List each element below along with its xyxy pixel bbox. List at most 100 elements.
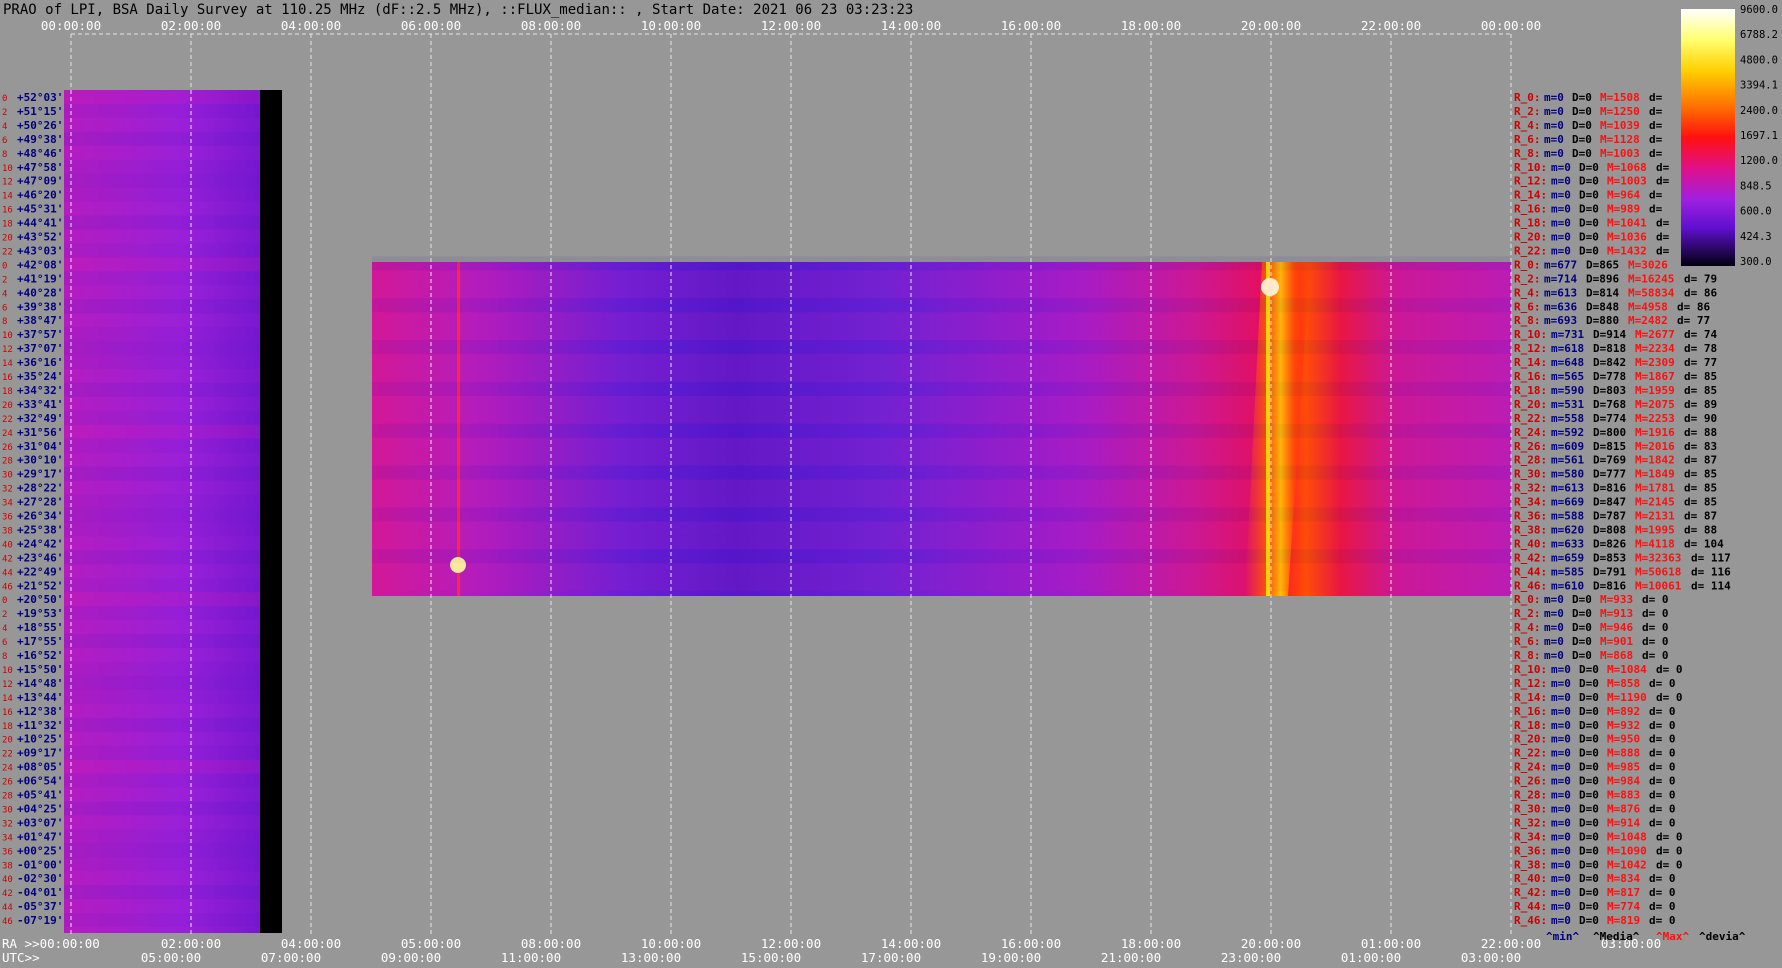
row-stripe <box>64 327 260 342</box>
utc-tick-label: 11:00:00 <box>501 950 561 965</box>
stat-max: M=1036 <box>1607 231 1647 244</box>
stat-min: m=0 <box>1551 775 1571 788</box>
stat-row: R_26: m=609 D=815 M=2016 d= 83 <box>1514 440 1717 453</box>
utc-tick-label: 01:00:00 <box>1341 950 1401 965</box>
stat-min: m=0 <box>1551 719 1571 732</box>
stat-row: R_22: m=0 D=0 M=1432 d= <box>1514 244 1670 257</box>
stat-row: R_12: m=0 D=0 M=1003 d= <box>1514 175 1670 188</box>
utc-tick-label: 21:00:00 <box>1101 950 1161 965</box>
utc-axis-label: UTC>> <box>2 950 40 965</box>
stat-min: m=0 <box>1551 816 1571 829</box>
stat-row-label: R_16: <box>1514 203 1547 216</box>
stat-max: M=989 <box>1607 203 1640 216</box>
row-index-label: 20 <box>2 401 13 411</box>
stat-devia: d= 0 <box>1642 593 1669 606</box>
stat-min: m=0 <box>1551 175 1571 188</box>
declination-label: +12°38' <box>17 705 63 718</box>
stat-max: M=3026 <box>1628 258 1668 271</box>
stat-devia: d= <box>1649 203 1663 216</box>
row-stripe <box>64 913 260 927</box>
row-stripe <box>64 564 260 578</box>
row-stripe <box>64 466 260 481</box>
stat-min: m=633 <box>1551 537 1584 550</box>
row-index-label: 14 <box>2 694 13 704</box>
declination-label: +22°49' <box>17 565 63 578</box>
stat-devia: d= 79 <box>1684 272 1717 285</box>
row-index-label: 28 <box>2 457 13 467</box>
row-index-label: 14 <box>2 359 13 369</box>
stat-row-label: R_40: <box>1514 872 1547 885</box>
stat-row-label: R_28: <box>1514 789 1547 802</box>
stat-row-label: R_40: <box>1514 537 1547 550</box>
top-tick-label: 10:00:00 <box>641 18 701 33</box>
stat-max: M=1003 <box>1600 147 1640 160</box>
stat-devia: d= 0 <box>1649 733 1676 746</box>
row-stripe <box>64 481 260 495</box>
stat-row: R_6: m=0 D=0 M=901 d= 0 <box>1514 635 1669 648</box>
stat-max: M=1042 <box>1607 858 1647 871</box>
stat-media: D=0 <box>1572 607 1592 620</box>
row-stripe <box>64 871 260 885</box>
declination-labels: 0 +52°03' 2 +51°15' 4 +50°26' 6 +49°38' 8 +48°46'… <box>2 91 63 927</box>
stat-devia: d= 0 <box>1649 719 1676 732</box>
stat-media: D=847 <box>1593 496 1626 509</box>
stat-row: R_12: m=0 D=0 M=858 d= 0 <box>1514 677 1676 690</box>
stat-row-label: R_18: <box>1514 217 1547 230</box>
row-stripe <box>372 284 1511 299</box>
stat-max: M=1128 <box>1600 133 1640 146</box>
row-index-label: 4 <box>2 122 7 132</box>
stat-row-label: R_0: <box>1514 593 1541 606</box>
stat-max: M=16245 <box>1628 272 1674 285</box>
stat-media: D=0 <box>1572 593 1592 606</box>
stat-devia: d= 0 <box>1649 872 1676 885</box>
row-index-label: 6 <box>2 303 7 313</box>
row-stripe <box>64 494 260 509</box>
declination-label: +16°52' <box>17 649 63 662</box>
stat-max: M=1250 <box>1600 105 1640 118</box>
utc-axis-ticks: 05:00:00 07:00:00 09:00:00 11:00:00 13:00:00… <box>141 950 1521 965</box>
stat-max: M=817 <box>1607 886 1640 899</box>
stat-media: D=0 <box>1572 649 1592 662</box>
stat-min: m=590 <box>1551 384 1584 397</box>
row-stripe <box>64 369 260 383</box>
declination-label: +01°47' <box>17 830 63 843</box>
row-stripe <box>64 146 260 160</box>
stat-media: D=816 <box>1593 482 1626 495</box>
survey-chart: PRAO of LPI, BSA Daily Survey at 110.25 … <box>2 2 1778 965</box>
stat-media: D=791 <box>1593 565 1626 578</box>
stat-max: M=2677 <box>1635 328 1675 341</box>
row-index-label: 44 <box>2 903 13 913</box>
top-tick-label: 22:00:00 <box>1361 18 1421 33</box>
stat-media: D=0 <box>1579 677 1599 690</box>
stat-row-label: R_10: <box>1514 663 1547 676</box>
row-index-label: 36 <box>2 513 13 523</box>
stat-min: m=0 <box>1551 761 1571 774</box>
stat-min: m=0 <box>1551 217 1571 230</box>
declination-label: +14°48' <box>17 677 63 690</box>
stat-media: D=0 <box>1579 914 1599 927</box>
row-stripe <box>64 131 260 146</box>
stat-media: D=778 <box>1593 370 1626 383</box>
stat-devia: d= 0 <box>1656 691 1683 704</box>
stat-media: D=808 <box>1593 523 1626 536</box>
stat-min: m=0 <box>1551 844 1571 857</box>
declination-label: +04°25' <box>17 802 63 815</box>
row-stripe <box>64 759 260 774</box>
stat-min: m=0 <box>1544 607 1564 620</box>
stat-devia: d= 86 <box>1677 300 1710 313</box>
stat-row: R_18: m=0 D=0 M=1041 d= <box>1514 217 1670 230</box>
row-index-label: 32 <box>2 819 13 829</box>
declination-label: +30°10' <box>17 454 63 467</box>
stat-devia: d= <box>1656 175 1670 188</box>
row-stripe <box>64 438 260 453</box>
stat-max: M=913 <box>1600 607 1633 620</box>
stat-min: m=0 <box>1551 231 1571 244</box>
colorbar-tick-label: 3394.1 <box>1740 80 1778 92</box>
top-tick-label: 16:00:00 <box>1001 18 1061 33</box>
declination-label: +21°52' <box>17 579 63 592</box>
declination-label: +39°38' <box>17 300 63 313</box>
top-tick-label: 00:00:00 <box>1481 18 1541 33</box>
row-stripe <box>372 493 1511 508</box>
declination-label: -02°30' <box>17 872 63 885</box>
colorbar-tick-label: 600.0 <box>1740 206 1772 218</box>
